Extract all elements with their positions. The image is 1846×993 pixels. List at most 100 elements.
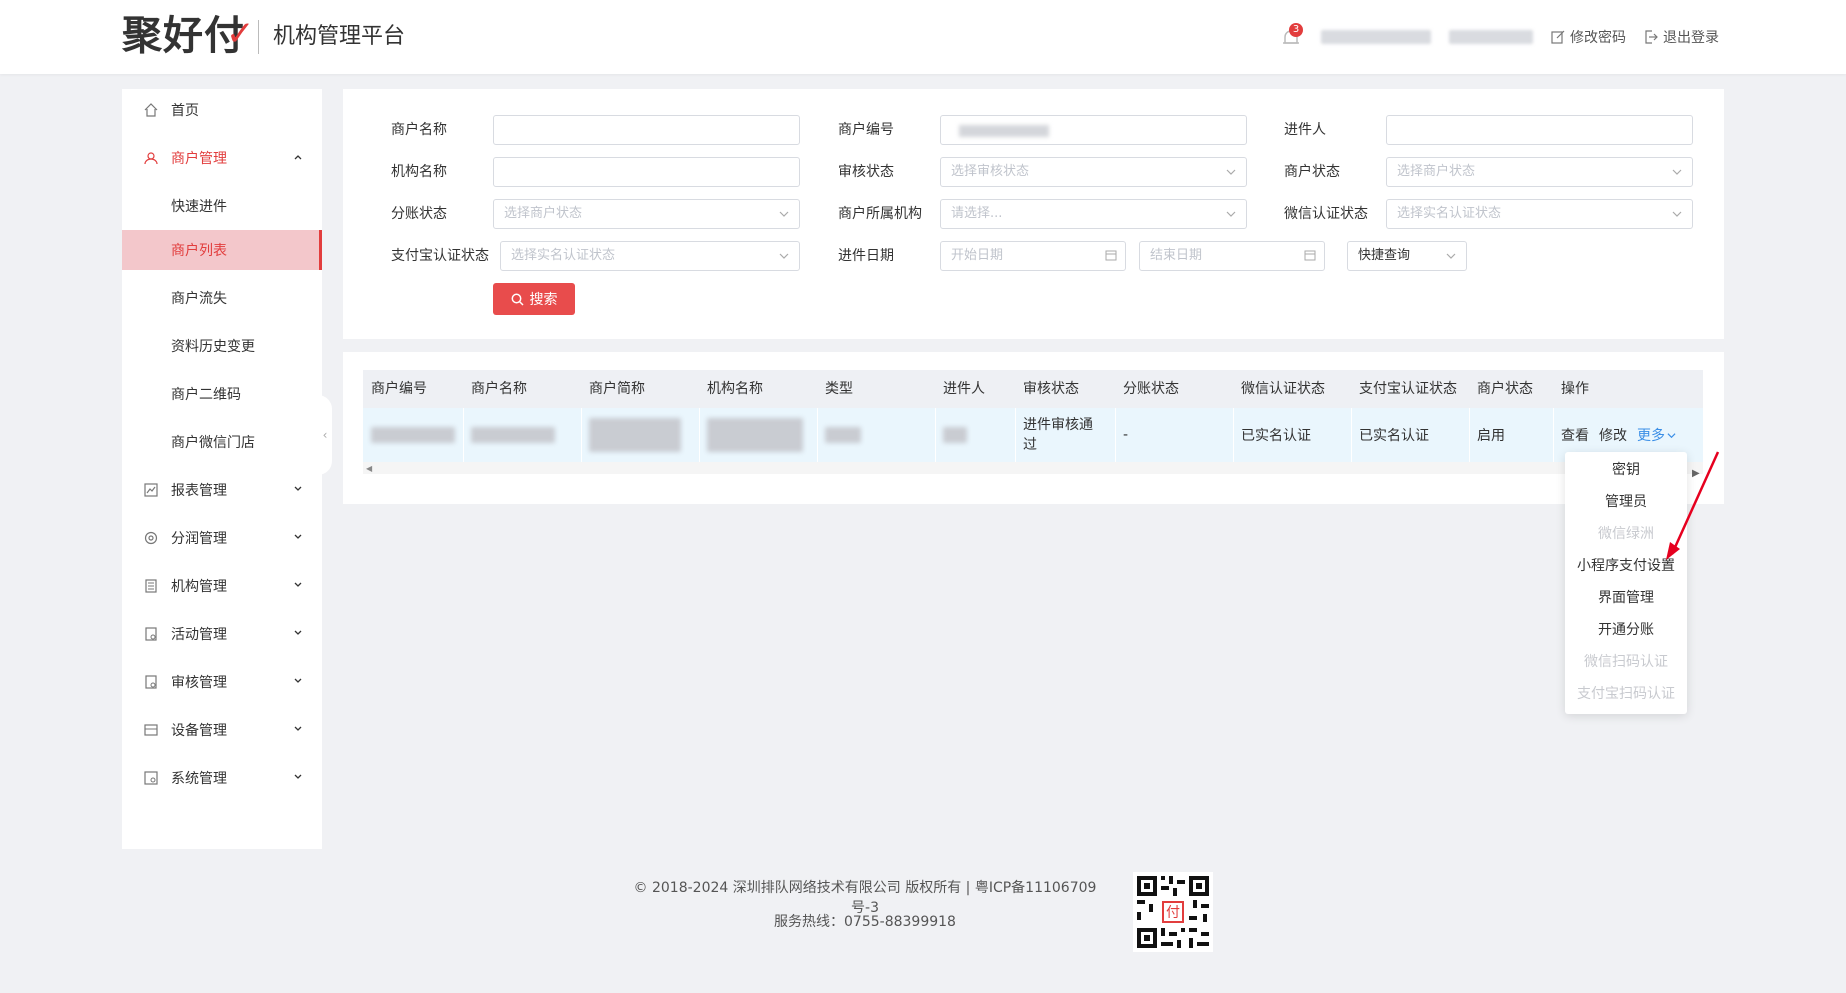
dropdown-item-enable-split[interactable]: 开通分账 bbox=[1565, 614, 1687, 646]
merchant-org-select[interactable]: 请选择... bbox=[940, 199, 1247, 229]
table-row[interactable]: 进件审核通过 - 已实名认证 已实名认证 启用 查看 修改 更多 bbox=[363, 408, 1703, 462]
chevron-down-icon bbox=[779, 253, 789, 259]
horizontal-scrollbar[interactable]: ◀ bbox=[363, 462, 1703, 474]
split-status-label: 分账状态 bbox=[391, 206, 447, 222]
merchant-status-placeholder: 选择商户状态 bbox=[1397, 164, 1476, 179]
sidebar-item-merchant-management[interactable]: 商户管理 bbox=[122, 138, 322, 178]
cell-wechat-auth: 已实名认证 bbox=[1241, 428, 1311, 444]
user-name-redacted bbox=[1321, 30, 1431, 44]
change-password-link[interactable]: 修改密码 bbox=[1551, 27, 1626, 47]
merchant-org-placeholder: 请选择... bbox=[951, 206, 1003, 221]
platform-title: 机构管理平台 bbox=[273, 24, 406, 49]
merchant-no-input[interactable] bbox=[940, 115, 1247, 145]
sidebar-item-label: 商户管理 bbox=[171, 151, 227, 167]
chevron-down-icon bbox=[294, 534, 302, 539]
dropdown-item-wechat-scan-auth: 微信扫码认证 bbox=[1584, 654, 1668, 670]
sidebar-item-quick-onboard[interactable]: 快速进件 bbox=[122, 186, 322, 226]
sidebar-item-merchant-qrcode[interactable]: 商户二维码 bbox=[122, 374, 322, 414]
org-name-label: 机构名称 bbox=[391, 164, 447, 180]
logout-icon bbox=[1645, 30, 1658, 44]
sidebar-item-label: 商户列表 bbox=[171, 243, 227, 259]
sidebar-item-history-changes[interactable]: 资料历史变更 bbox=[122, 326, 322, 366]
more-dropdown-trigger[interactable]: 更多 bbox=[1637, 425, 1676, 445]
calendar-icon bbox=[1304, 250, 1316, 261]
quick-query-label: 快捷查询 bbox=[1358, 248, 1411, 263]
quick-query-select[interactable]: 快捷查询 bbox=[1347, 241, 1467, 271]
chevron-down-icon bbox=[294, 678, 302, 683]
sidebar-item-activities[interactable]: 活动管理 bbox=[122, 614, 322, 654]
wechat-auth-select[interactable]: 选择实名认证状态 bbox=[1386, 199, 1693, 229]
notification-badge: 3 bbox=[1289, 23, 1303, 37]
merchant-no-value-redacted bbox=[959, 125, 1049, 137]
logout-link[interactable]: 退出登录 bbox=[1644, 27, 1719, 47]
merchant-name-input[interactable] bbox=[493, 115, 800, 145]
notification-bell[interactable]: 3 bbox=[1281, 23, 1303, 48]
merchant-status-select[interactable]: 选择商户状态 bbox=[1386, 157, 1693, 187]
audit-status-select[interactable]: 选择审核状态 bbox=[940, 157, 1247, 187]
sidebar-item-label: 资料历史变更 bbox=[171, 339, 255, 355]
sidebar-item-label: 设备管理 bbox=[171, 723, 227, 739]
merchant-status-label: 商户状态 bbox=[1284, 164, 1340, 180]
split-status-placeholder: 选择商户状态 bbox=[504, 206, 583, 221]
cell-org-name bbox=[699, 408, 817, 462]
sidebar-item-label: 审核管理 bbox=[171, 675, 227, 691]
cell-merchant-name bbox=[463, 408, 581, 462]
activity-icon bbox=[145, 627, 157, 641]
logo-check-mark: ✓ bbox=[226, 14, 256, 54]
sidebar-item-organization[interactable]: 机构管理 bbox=[122, 566, 322, 606]
alipay-auth-select[interactable]: 选择实名认证状态 bbox=[500, 241, 800, 271]
cell-merchant-no bbox=[363, 408, 463, 462]
col-alipay-auth: 支付宝认证状态 bbox=[1359, 381, 1457, 397]
chevron-down-icon bbox=[1672, 211, 1682, 217]
calendar-icon bbox=[1105, 250, 1117, 261]
scroll-left-icon[interactable]: ◀ bbox=[366, 464, 372, 473]
brand-logo[interactable]: 聚好付 ✓ bbox=[122, 14, 255, 58]
sidebar-item-label: 首页 bbox=[171, 103, 199, 119]
sidebar-item-label: 报表管理 bbox=[171, 483, 227, 499]
chevron-down-icon bbox=[294, 582, 302, 587]
sidebar-item-label: 商户流失 bbox=[171, 291, 227, 307]
sidebar-collapse-handle[interactable]: ‹ bbox=[318, 395, 332, 475]
cell-alipay-auth: 已实名认证 bbox=[1359, 428, 1429, 444]
audit-status-value: 进件审核通过 bbox=[1023, 417, 1093, 453]
sidebar-item-profit-sharing[interactable]: 分润管理 bbox=[122, 518, 322, 558]
footer-hotline: 服务热线：0755-88399918 bbox=[774, 914, 956, 930]
org-name-input[interactable] bbox=[493, 157, 800, 187]
search-button[interactable]: 搜索 bbox=[493, 283, 575, 315]
sidebar-item-merchant-churn[interactable]: 商户流失 bbox=[122, 278, 322, 318]
device-icon bbox=[144, 724, 158, 736]
header-actions: 3 修改密码 退出登录 bbox=[1281, 23, 1719, 50]
chevron-down-icon bbox=[1667, 432, 1676, 438]
sidebar-item-audit[interactable]: 审核管理 bbox=[122, 662, 322, 702]
wechat-auth-placeholder: 选择实名认证状态 bbox=[1397, 206, 1502, 221]
system-icon bbox=[144, 771, 158, 785]
split-status-select[interactable]: 选择商户状态 bbox=[493, 199, 800, 229]
sidebar-item-merchant-list[interactable]: 商户列表 bbox=[122, 230, 322, 270]
col-applicant: 进件人 bbox=[943, 381, 985, 397]
sidebar: 首页 商户管理 快速进件 商户列表 商户流失 资料历史变更 商户二维码 商户微信… bbox=[122, 89, 322, 849]
change-password-label: 修改密码 bbox=[1570, 30, 1626, 46]
start-date-input[interactable]: 开始日期 bbox=[940, 241, 1126, 271]
alipay-auth-placeholder: 选择实名认证状态 bbox=[511, 248, 616, 263]
cell-applicant bbox=[935, 408, 1015, 462]
col-merchant-status: 商户状态 bbox=[1477, 381, 1533, 397]
sidebar-item-home[interactable]: 首页 bbox=[122, 90, 322, 130]
sidebar-item-reports[interactable]: 报表管理 bbox=[122, 470, 322, 510]
end-date-input[interactable]: 结束日期 bbox=[1139, 241, 1325, 271]
date-label: 进件日期 bbox=[838, 248, 894, 264]
annotation-arrow bbox=[1666, 451, 1720, 560]
edit-link[interactable]: 修改 bbox=[1599, 425, 1627, 445]
audit-icon bbox=[145, 675, 157, 689]
org-name-redacted bbox=[1449, 30, 1533, 44]
sidebar-item-system[interactable]: 系统管理 bbox=[122, 758, 322, 798]
sidebar-item-wechat-store[interactable]: 商户微信门店 bbox=[122, 422, 322, 462]
top-header: 聚好付 ✓ 机构管理平台 3 修改密码 退出登录 bbox=[0, 0, 1846, 74]
organization-icon bbox=[145, 579, 157, 593]
alipay-auth-label: 支付宝认证状态 bbox=[391, 248, 489, 264]
applicant-input[interactable] bbox=[1386, 115, 1693, 145]
merchant-icon bbox=[144, 152, 158, 165]
view-link[interactable]: 查看 bbox=[1561, 425, 1589, 445]
profit-icon bbox=[144, 531, 158, 545]
dropdown-item-interface-management[interactable]: 界面管理 bbox=[1565, 582, 1687, 614]
sidebar-item-devices[interactable]: 设备管理 bbox=[122, 710, 322, 750]
